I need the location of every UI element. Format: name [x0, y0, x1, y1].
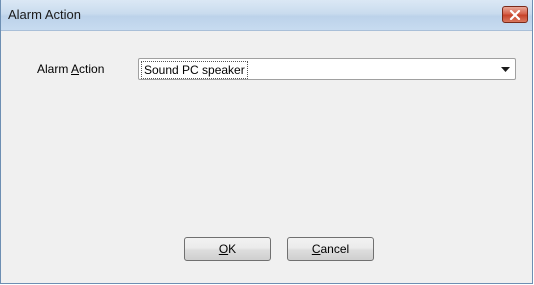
alarm-action-label-rest: ction — [79, 62, 105, 76]
cancel-rest: ancel — [320, 242, 350, 256]
alarm-action-label-prefix: Alarm — [37, 62, 72, 76]
alarm-action-label-mnemonic: A — [71, 62, 80, 76]
alarm-action-dialog: Alarm Action Alarm Action Sound PC speak… — [0, 0, 533, 284]
chevron-down-icon[interactable] — [497, 60, 514, 78]
ok-rest: K — [228, 242, 237, 256]
cancel-button-label: Cancel — [312, 238, 349, 260]
alarm-action-label: Alarm Action — [37, 62, 104, 76]
dialog-body: Alarm Action Sound PC speaker OK Cancel — [1, 31, 532, 283]
ok-button-label: OK — [219, 238, 236, 260]
ok-button[interactable]: OK — [184, 237, 271, 261]
ok-mnemonic: O — [218, 242, 229, 256]
close-icon — [509, 9, 521, 20]
alarm-action-selected-value: Sound PC speaker — [141, 61, 248, 79]
alarm-action-select[interactable]: Sound PC speaker — [138, 58, 516, 80]
window-title: Alarm Action — [8, 7, 81, 22]
cancel-button[interactable]: Cancel — [287, 237, 374, 261]
close-button[interactable] — [502, 6, 528, 23]
title-bar[interactable]: Alarm Action — [1, 0, 532, 31]
